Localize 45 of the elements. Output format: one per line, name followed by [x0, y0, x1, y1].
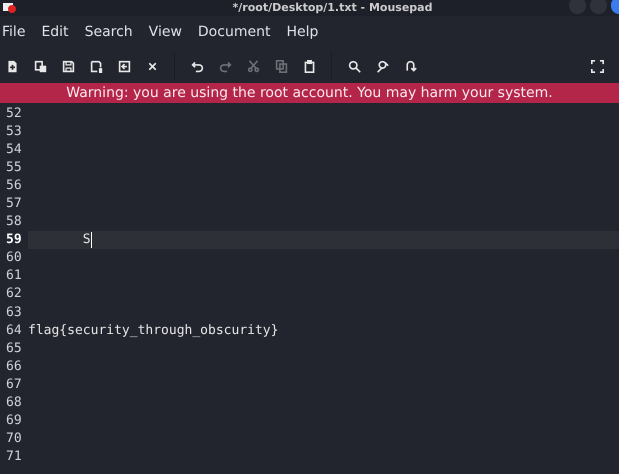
line-number: 53	[5, 123, 23, 142]
close-button[interactable]	[611, 0, 619, 14]
go-to-line-icon[interactable]	[404, 60, 417, 72]
line-number: 62	[5, 285, 23, 304]
paste-icon[interactable]	[303, 60, 316, 72]
line-number: 65	[5, 340, 23, 358]
menu-item[interactable]: Help	[286, 24, 318, 40]
line-number: 54	[5, 141, 23, 160]
line-number: 55	[5, 159, 23, 178]
line-number: 59	[0, 231, 28, 250]
reload-icon[interactable]	[118, 60, 131, 72]
line-number: 52	[5, 105, 23, 123]
line-number: 69	[5, 412, 23, 430]
save-icon[interactable]	[62, 60, 75, 72]
line-number: 64	[5, 322, 23, 340]
line-number: 60	[5, 249, 23, 268]
line-number: 66	[5, 358, 23, 376]
line-number: 67	[5, 376, 23, 394]
undo-icon[interactable]	[191, 60, 204, 72]
replace-icon[interactable]	[376, 60, 389, 72]
line-number: 71	[5, 448, 23, 466]
new-document-icon[interactable]	[6, 60, 19, 72]
text-cursor	[90, 232, 92, 248]
line-number: 57	[5, 195, 23, 214]
root-warning-banner: Warning: you are using the root account. You may harm your system.	[0, 83, 619, 103]
fullscreen-icon[interactable]	[591, 60, 604, 72]
search-icon[interactable]	[348, 60, 361, 72]
menu-item[interactable]: File	[2, 24, 26, 40]
save-as-icon[interactable]	[90, 60, 103, 72]
menu-item[interactable]: Search	[84, 24, 133, 40]
line-number: 68	[5, 394, 23, 412]
window-title: */root/Desktop/1.txt - Mousepad	[232, 1, 432, 15]
code-line: flag{security_through_obscurity}	[28, 322, 278, 340]
new-window-icon[interactable]	[34, 60, 47, 72]
line-number: 63	[5, 304, 23, 322]
line-number: 58	[5, 213, 23, 232]
menu-item[interactable]: Document	[198, 24, 270, 40]
code-line: S	[82, 231, 91, 250]
line-number: 56	[5, 177, 23, 196]
menu-item[interactable]: Edit	[41, 24, 69, 40]
close-icon[interactable]	[146, 60, 159, 72]
line-number: 70	[5, 430, 23, 448]
menu-item[interactable]: View	[148, 24, 182, 40]
line-number: 61	[5, 267, 23, 286]
app-icon	[2, 3, 16, 13]
